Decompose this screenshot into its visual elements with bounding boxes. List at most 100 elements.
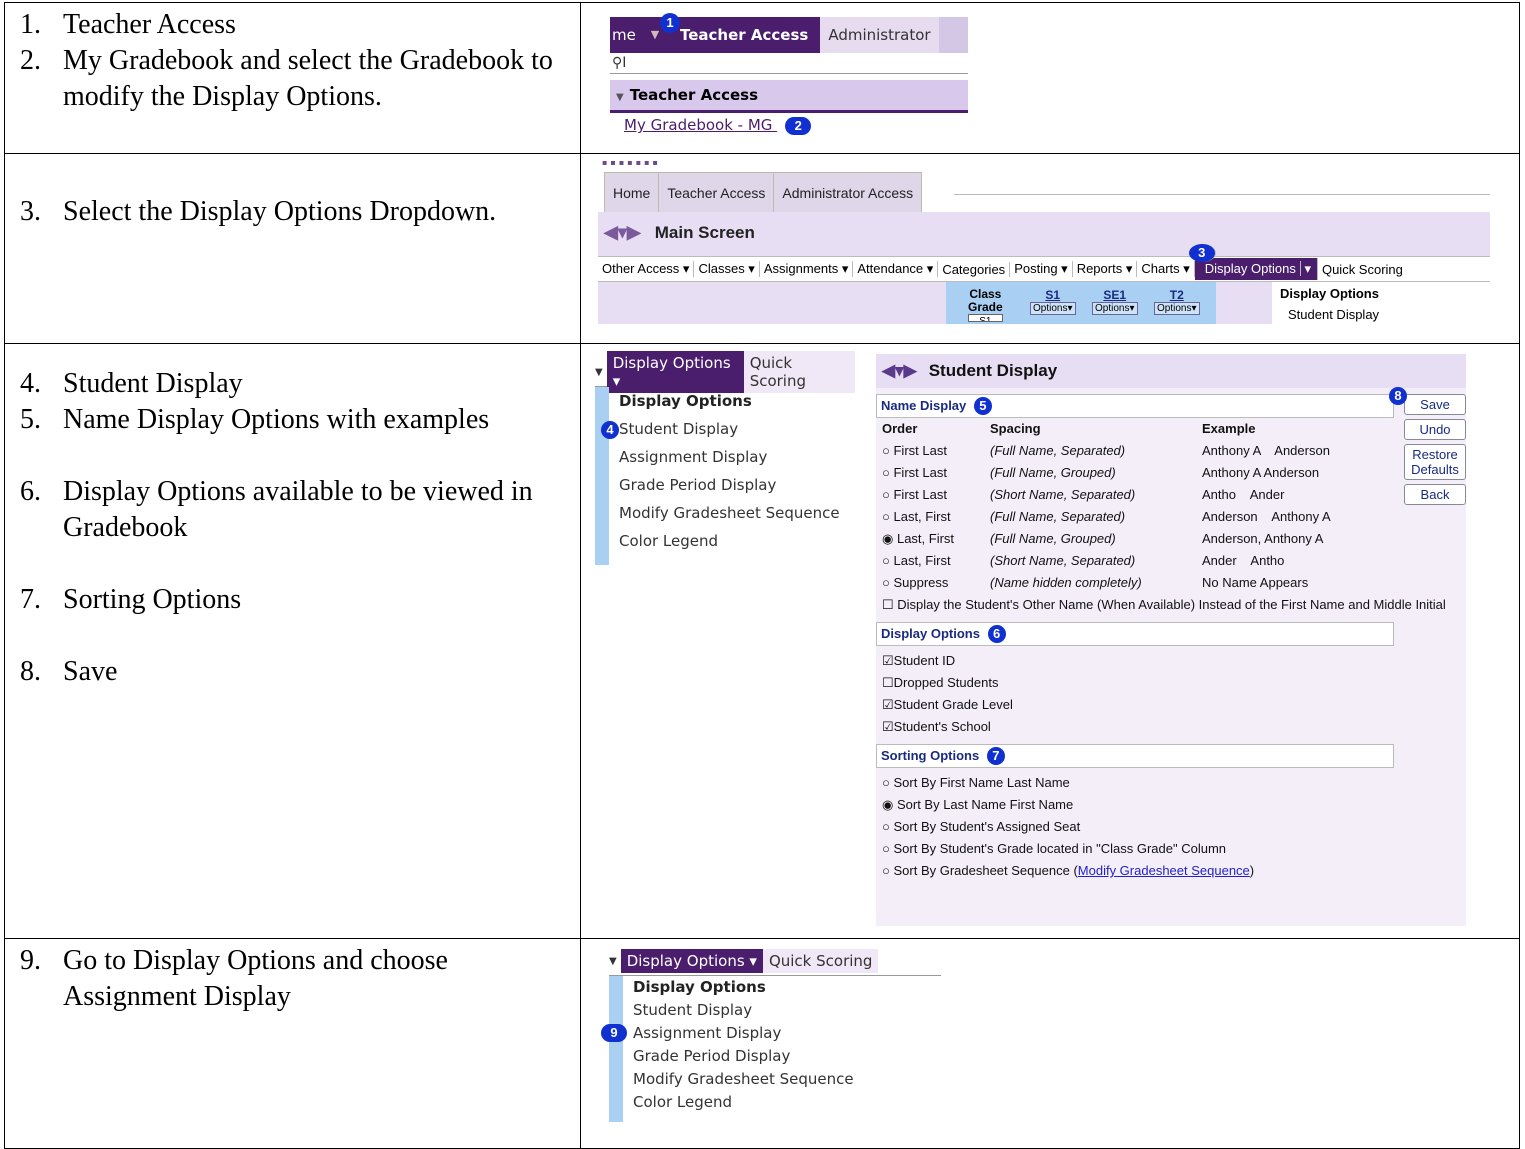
options-button[interactable]: Options▾	[1030, 302, 1076, 315]
menu-item-grade-period-display[interactable]: Grade Period Display	[609, 471, 855, 499]
menu-item-grade-period-display[interactable]: Grade Period Display	[623, 1045, 941, 1068]
sorting-options-list: ○ Sort By First Name Last Name ◉ Sort By …	[876, 768, 1466, 860]
checkbox[interactable]: ☐	[882, 675, 894, 690]
radio-button[interactable]: ○	[882, 775, 890, 790]
menu-posting[interactable]: Posting ▾	[1010, 261, 1073, 277]
tab-teacher-access[interactable]: Teacher Access	[659, 173, 775, 213]
grade-select[interactable]: S1	[968, 314, 1003, 322]
menu-item-color-legend[interactable]: Color Legend	[609, 527, 855, 555]
checkbox[interactable]: ☐	[882, 597, 894, 612]
step-item: 6. Display Options available to be viewed…	[5, 474, 580, 546]
tab-home[interactable]: me	[610, 17, 642, 53]
sorting-options-header: Sorting Options 7	[876, 744, 1394, 768]
sort-option[interactable]: ○ Sort By Gradesheet Sequence (Modify Gr…	[876, 860, 1466, 882]
screenshot-cell: me ▼ 1 Teacher Access Administrator ⚲I ▼…	[580, 2, 1520, 154]
back-button[interactable]: Back	[1404, 484, 1466, 505]
menu-item-modify-gradesheet-sequence[interactable]: Modify Gradesheet Sequence	[609, 499, 855, 527]
option-label: Dropped Students	[893, 675, 999, 690]
options-button[interactable]: Options▾	[1092, 302, 1138, 315]
radio-button[interactable]: ◉	[882, 531, 893, 546]
menu-item-color-legend[interactable]: Color Legend	[623, 1091, 941, 1114]
menu-attendance[interactable]: Attendance ▾	[853, 261, 939, 277]
checkbox[interactable]: ☑	[882, 653, 894, 668]
radio-button[interactable]: ○	[882, 443, 890, 458]
modify-gradesheet-link[interactable]: Modify Gradesheet Sequence	[1078, 863, 1250, 878]
sort-option[interactable]: ○ Sort By Student's Grade located in "Cl…	[876, 838, 1466, 860]
column-header: Example	[1202, 421, 1256, 436]
menu-header: Display Options	[619, 392, 752, 410]
nav-arrows-icon[interactable]: ◀▾▶	[604, 222, 641, 242]
column-link[interactable]: SE1	[1092, 288, 1138, 302]
radio-button[interactable]: ○	[882, 863, 890, 878]
name-display-header: Name Display 5	[876, 394, 1394, 418]
radio-button[interactable]: ○	[882, 509, 890, 524]
col-s1: S1 Options▾	[1030, 288, 1076, 315]
menu-quick-scoring[interactable]: Quick Scoring	[1318, 262, 1407, 277]
step-badge: 3	[1188, 244, 1216, 262]
search-input[interactable]: ⚲I	[610, 53, 968, 74]
section-title: Display Options	[881, 626, 980, 641]
my-gradebook-link[interactable]: My Gradebook - MG 2	[610, 113, 968, 137]
menu-classes[interactable]: Classes ▾	[694, 261, 760, 277]
menu-item-modify-gradesheet-sequence[interactable]: Modify Gradesheet Sequence	[623, 1068, 941, 1091]
radio-button[interactable]: ○	[882, 841, 890, 856]
step-text: Sorting Options	[63, 584, 242, 615]
options-button[interactable]: Options▾	[1154, 302, 1200, 315]
undo-button[interactable]: Undo	[1404, 419, 1466, 440]
name-display-row[interactable]: ○ Last, First (Short Name, Separated) Ande…	[876, 550, 1466, 572]
menu-reports[interactable]: Reports ▾	[1073, 261, 1138, 277]
menu-quick-scoring[interactable]: Quick Scoring	[762, 949, 879, 973]
step-number: 3.	[20, 196, 41, 227]
sort-option[interactable]: ◉ Sort By Last Name First Name	[876, 794, 1466, 816]
radio-button[interactable]: ○	[882, 575, 890, 590]
chevron-down-icon: ▼	[609, 955, 617, 967]
sort-option[interactable]: ○ Sort By Student's Assigned Seat	[876, 816, 1466, 838]
display-option[interactable]: ☑Student ID	[876, 650, 1466, 672]
display-option[interactable]: ☐Dropped Students	[876, 672, 1466, 694]
steps-list: 3. Select the Display Options Dropdown.	[5, 154, 580, 230]
menu-item-student-display[interactable]: Student Display	[623, 999, 941, 1022]
menu-other-access[interactable]: Other Access ▾	[598, 261, 695, 277]
radio-button[interactable]: ◉	[882, 797, 893, 812]
section-header[interactable]: ▼ Teacher Access	[610, 80, 968, 113]
menu-display-options[interactable]: 3 Display Options ▾	[1188, 244, 1318, 280]
display-option[interactable]: ☑Student's School	[876, 716, 1466, 738]
radio-button[interactable]: ○	[882, 819, 890, 834]
checkbox[interactable]: ☑	[882, 697, 894, 712]
step-badge: 9	[601, 1024, 627, 1042]
name-display-row[interactable]: ○ First Last (Full Name, Separated) Anthon…	[876, 440, 1466, 462]
display-option[interactable]: ☑Student Grade Level	[876, 694, 1466, 716]
other-name-option[interactable]: ☐ Display the Student's Other Name (When…	[876, 594, 1466, 616]
name-display-row[interactable]: ○ First Last (Short Name, Separated) Antho…	[876, 484, 1466, 506]
restore-defaults-button[interactable]: Restore Defaults	[1404, 444, 1466, 480]
menu-display-options[interactable]: Display Options ▾	[620, 949, 763, 973]
tab-administrator[interactable]: Administrator	[820, 17, 939, 53]
step-item: 7. Sorting Options	[5, 582, 580, 618]
radio-button[interactable]: ○	[882, 553, 890, 568]
name-display-row[interactable]: ○ Last, First (Full Name, Separated) Ander…	[876, 506, 1466, 528]
nav-arrows-icon[interactable]: ◀▾▶	[882, 361, 917, 380]
radio-button[interactable]: ○	[882, 465, 890, 480]
save-button[interactable]: 8 Save	[1389, 387, 1466, 415]
sort-option[interactable]: ○ Sort By First Name Last Name	[876, 772, 1466, 794]
menu-charts[interactable]: Charts ▾	[1137, 261, 1195, 277]
radio-button[interactable]: ○	[882, 487, 890, 502]
menu-item-assignment-display[interactable]: 9 Assignment Display	[601, 1022, 941, 1045]
column-link[interactable]: T2	[1154, 288, 1200, 302]
name-display-row[interactable]: ○ Suppress (Name hidden completely) No Nam…	[876, 572, 1466, 594]
menu-categories[interactable]: Categories	[938, 261, 1011, 277]
menu-item-assignment-display[interactable]: Assignment Display	[609, 443, 855, 471]
dropdown-item-student-display[interactable]: Student Display	[1272, 305, 1490, 324]
menu-label: Display Options	[612, 354, 731, 372]
menu-label: Display Options	[1200, 261, 1301, 276]
name-display-row[interactable]: ○ First Last (Full Name, Grouped) Anthony …	[876, 462, 1466, 484]
column-link[interactable]: S1	[1030, 288, 1076, 302]
example-label: No Name Appears	[1202, 575, 1309, 590]
tab-teacher-access[interactable]: 1 Teacher Access	[660, 13, 821, 53]
tab-home[interactable]: Home	[605, 173, 660, 213]
tab-administrator-access[interactable]: Administrator Access	[774, 173, 921, 213]
name-display-row[interactable]: ◉ Last, First (Full Name, Grouped) Anderso…	[876, 528, 1466, 550]
menu-item-student-display[interactable]: 4 Student Display	[601, 415, 855, 443]
checkbox[interactable]: ☑	[882, 719, 894, 734]
menu-assignments[interactable]: Assignments ▾	[760, 261, 854, 277]
